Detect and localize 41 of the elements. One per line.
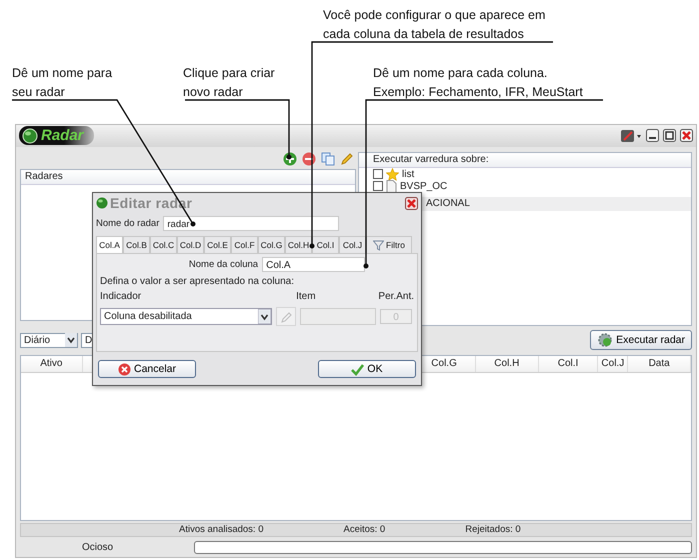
status-text: Ativos analisados: 0: [179, 524, 264, 536]
list-item[interactable]: BVSP_OC: [359, 180, 691, 192]
ok-button[interactable]: OK: [318, 360, 416, 378]
tab[interactable]: Col.J: [339, 236, 366, 253]
annotation-text: Dê um nome para cada coluna. Exemplo: Fechamento, IFR, MeuStart: [373, 65, 583, 101]
field-label: Nome do radar: [96, 218, 160, 228]
tab[interactable]: Col.D: [177, 236, 204, 253]
column-header[interactable]: Ativo: [21, 356, 83, 372]
status-text: Ocioso: [81, 542, 114, 553]
input-field[interactable]: Col.A: [262, 257, 366, 272]
tab[interactable]: Col.I: [312, 236, 339, 253]
tab[interactable]: Col.A: [96, 236, 123, 253]
tab[interactable]: Col.E: [204, 236, 231, 253]
status-text: Aceitos: 0: [344, 524, 386, 536]
tab[interactable]: Col.H: [285, 236, 312, 253]
annotation-text: Clique para criar novo radar: [183, 65, 275, 101]
tab[interactable]: Col.C: [150, 236, 177, 253]
tab[interactable]: Filtro: [366, 236, 412, 253]
list-item[interactable]: list: [359, 168, 691, 180]
input-field[interactable]: radar: [163, 216, 340, 230]
tab[interactable]: Col.G: [258, 236, 285, 253]
column-header[interactable]: Col.H: [476, 356, 539, 372]
status-text: Rejeitados: 0: [465, 524, 521, 536]
annotation-text: Dê um nome para seu radar: [12, 65, 112, 101]
column-header[interactable]: Col.I: [538, 356, 598, 372]
field-label: Per.Ant.: [378, 291, 414, 302]
cancel-button[interactable]: Cancelar: [98, 360, 196, 378]
run-button[interactable]: Executar radar: [590, 330, 692, 350]
instruction-text: Defina o valor a ser apresentado na coluna:: [100, 276, 296, 287]
column-header[interactable]: Col.J: [598, 356, 628, 372]
tab[interactable]: Col.B: [123, 236, 150, 253]
tab[interactable]: Col.F: [231, 236, 258, 253]
field-label: Nome da coluna: [188, 259, 258, 270]
panel-header: Executar varredura sobre:: [359, 152, 691, 168]
period-dropdown[interactable]: Diário: [20, 332, 78, 348]
panel-header: Radares: [21, 170, 355, 185]
field-label: Indicador: [100, 291, 142, 302]
annotation-text: Você pode configurar o que aparece em cada coluna da tabela de resultados: [323, 7, 546, 43]
field-label: Item: [296, 291, 317, 302]
indicator-dropdown[interactable]: Coluna desabilitada: [100, 308, 272, 325]
column-header[interactable]: Data: [628, 356, 691, 372]
